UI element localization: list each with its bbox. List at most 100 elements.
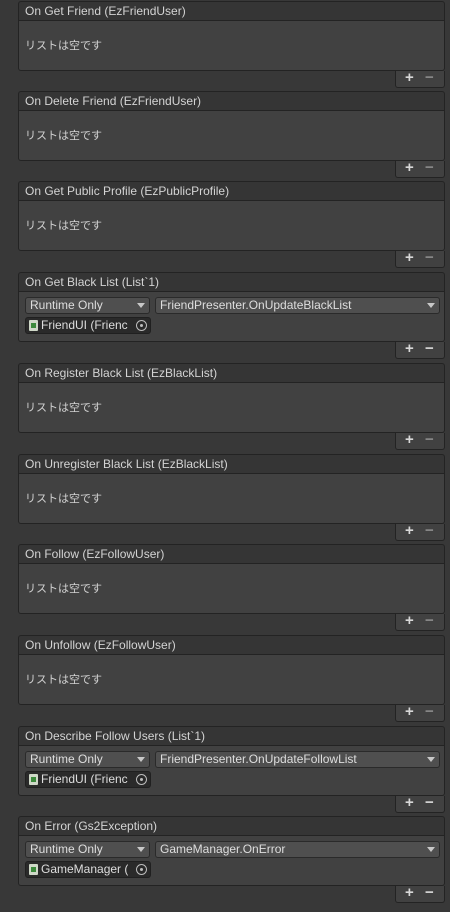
listener-row: Runtime Only GameManager.OnError	[25, 841, 440, 859]
remove-listener-button[interactable]: −	[425, 431, 434, 449]
add-listener-button[interactable]: +	[405, 69, 414, 87]
method-dropdown[interactable]: GameManager.OnError	[155, 841, 440, 858]
event-title: On Register Black List (EzBlackList)	[18, 363, 445, 383]
add-listener-button[interactable]: +	[405, 249, 414, 267]
event-on-unfollow: On Unfollow (EzFollowUser) リストは空です + −	[18, 635, 445, 722]
event-on-get-black-list: On Get Black List (List`1) Runtime Only …	[18, 272, 445, 359]
event-list: Runtime Only GameManager.OnError GameMan…	[18, 836, 445, 886]
event-title: On Error (Gs2Exception)	[18, 816, 445, 836]
method-dropdown[interactable]: FriendPresenter.OnUpdateFollowList	[155, 751, 440, 768]
target-object-field[interactable]: FriendUI (Frienc	[25, 317, 151, 334]
dropdown-arrow-icon	[427, 757, 435, 762]
add-listener-button[interactable]: +	[405, 703, 414, 721]
call-state-dropdown[interactable]: Runtime Only	[25, 751, 150, 768]
target-object-value: FriendUI (Frienc	[41, 318, 128, 332]
remove-listener-button[interactable]: −	[425, 159, 434, 177]
list-footer: + −	[395, 703, 445, 722]
dropdown-arrow-icon	[137, 757, 145, 762]
event-list: リストは空です	[18, 383, 445, 433]
event-title: On Unfollow (EzFollowUser)	[18, 635, 445, 655]
target-object-value: GameManager (	[41, 862, 129, 876]
event-title: On Get Public Profile (EzPublicProfile)	[18, 181, 445, 201]
method-value: FriendPresenter.OnUpdateFollowList	[160, 752, 357, 766]
remove-listener-button[interactable]: −	[425, 522, 434, 540]
event-list: リストは空です	[18, 655, 445, 705]
event-list: リストは空です	[18, 111, 445, 161]
event-list: リストは空です	[18, 21, 445, 71]
object-picker-icon[interactable]	[136, 320, 147, 331]
script-icon	[29, 864, 38, 875]
script-icon	[29, 774, 38, 785]
event-list: Runtime Only FriendPresenter.OnUpdateFol…	[18, 746, 445, 796]
event-title: On Describe Follow Users (List`1)	[18, 726, 445, 746]
listener-row: Runtime Only FriendPresenter.OnUpdateBla…	[25, 297, 440, 315]
empty-list-text: リストは空です	[25, 402, 102, 414]
empty-list-text: リストは空です	[25, 583, 102, 595]
object-picker-icon[interactable]	[136, 864, 147, 875]
empty-list-text: リストは空です	[25, 493, 102, 505]
list-footer: + −	[395, 612, 445, 631]
object-picker-icon[interactable]	[136, 774, 147, 785]
dropdown-arrow-icon	[427, 303, 435, 308]
remove-listener-button[interactable]: −	[425, 703, 434, 721]
add-listener-button[interactable]: +	[405, 431, 414, 449]
listener-row: Runtime Only FriendPresenter.OnUpdateFol…	[25, 751, 440, 769]
event-on-delete-friend: On Delete Friend (EzFriendUser) リストは空です …	[18, 91, 445, 178]
remove-listener-button[interactable]: −	[425, 69, 434, 87]
call-state-value: Runtime Only	[30, 298, 103, 312]
list-footer: + −	[395, 794, 445, 813]
event-on-describe-follow-users: On Describe Follow Users (List`1) Runtim…	[18, 726, 445, 813]
add-listener-button[interactable]: +	[405, 522, 414, 540]
add-listener-button[interactable]: +	[405, 794, 414, 812]
call-state-dropdown[interactable]: Runtime Only	[25, 841, 150, 858]
event-on-follow: On Follow (EzFollowUser) リストは空です + −	[18, 544, 445, 631]
event-title: On Unregister Black List (EzBlackList)	[18, 454, 445, 474]
script-icon	[29, 320, 38, 331]
add-listener-button[interactable]: +	[405, 159, 414, 177]
add-listener-button[interactable]: +	[405, 612, 414, 630]
call-state-value: Runtime Only	[30, 752, 103, 766]
event-on-unregister-black-list: On Unregister Black List (EzBlackList) リ…	[18, 454, 445, 541]
add-listener-button[interactable]: +	[405, 884, 414, 902]
event-list: リストは空です	[18, 201, 445, 251]
dropdown-arrow-icon	[427, 847, 435, 852]
list-footer: + −	[395, 249, 445, 268]
target-object-field[interactable]: FriendUI (Frienc	[25, 771, 151, 788]
event-title: On Get Friend (EzFriendUser)	[18, 1, 445, 21]
method-value: FriendPresenter.OnUpdateBlackList	[160, 298, 352, 312]
event-list: リストは空です	[18, 564, 445, 614]
remove-listener-button[interactable]: −	[425, 794, 434, 812]
remove-listener-button[interactable]: −	[425, 249, 434, 267]
event-title: On Follow (EzFollowUser)	[18, 544, 445, 564]
target-object-field[interactable]: GameManager (	[25, 861, 151, 878]
remove-listener-button[interactable]: −	[425, 884, 434, 902]
event-list: リストは空です	[18, 474, 445, 524]
add-listener-button[interactable]: +	[405, 340, 414, 358]
empty-list-text: リストは空です	[25, 130, 102, 142]
event-on-register-black-list: On Register Black List (EzBlackList) リスト…	[18, 363, 445, 450]
list-footer: + −	[395, 884, 445, 903]
method-dropdown[interactable]: FriendPresenter.OnUpdateBlackList	[155, 297, 440, 314]
call-state-dropdown[interactable]: Runtime Only	[25, 297, 150, 314]
list-footer: + −	[395, 69, 445, 88]
list-footer: + −	[395, 431, 445, 450]
list-footer: + −	[395, 522, 445, 541]
remove-listener-button[interactable]: −	[425, 612, 434, 630]
event-list: Runtime Only FriendPresenter.OnUpdateBla…	[18, 292, 445, 342]
method-value: GameManager.OnError	[160, 842, 286, 856]
dropdown-arrow-icon	[137, 303, 145, 308]
list-footer: + −	[395, 159, 445, 178]
target-object-value: FriendUI (Frienc	[41, 772, 128, 786]
event-on-get-public-profile: On Get Public Profile (EzPublicProfile) …	[18, 181, 445, 268]
event-on-get-friend: On Get Friend (EzFriendUser) リストは空です + −	[18, 1, 445, 88]
empty-list-text: リストは空です	[25, 674, 102, 686]
event-title: On Delete Friend (EzFriendUser)	[18, 91, 445, 111]
call-state-value: Runtime Only	[30, 842, 103, 856]
empty-list-text: リストは空です	[25, 220, 102, 232]
list-footer: + −	[395, 340, 445, 359]
remove-listener-button[interactable]: −	[425, 340, 434, 358]
empty-list-text: リストは空です	[25, 40, 102, 52]
dropdown-arrow-icon	[137, 847, 145, 852]
event-title: On Get Black List (List`1)	[18, 272, 445, 292]
event-on-error: On Error (Gs2Exception) Runtime Only Gam…	[18, 816, 445, 903]
